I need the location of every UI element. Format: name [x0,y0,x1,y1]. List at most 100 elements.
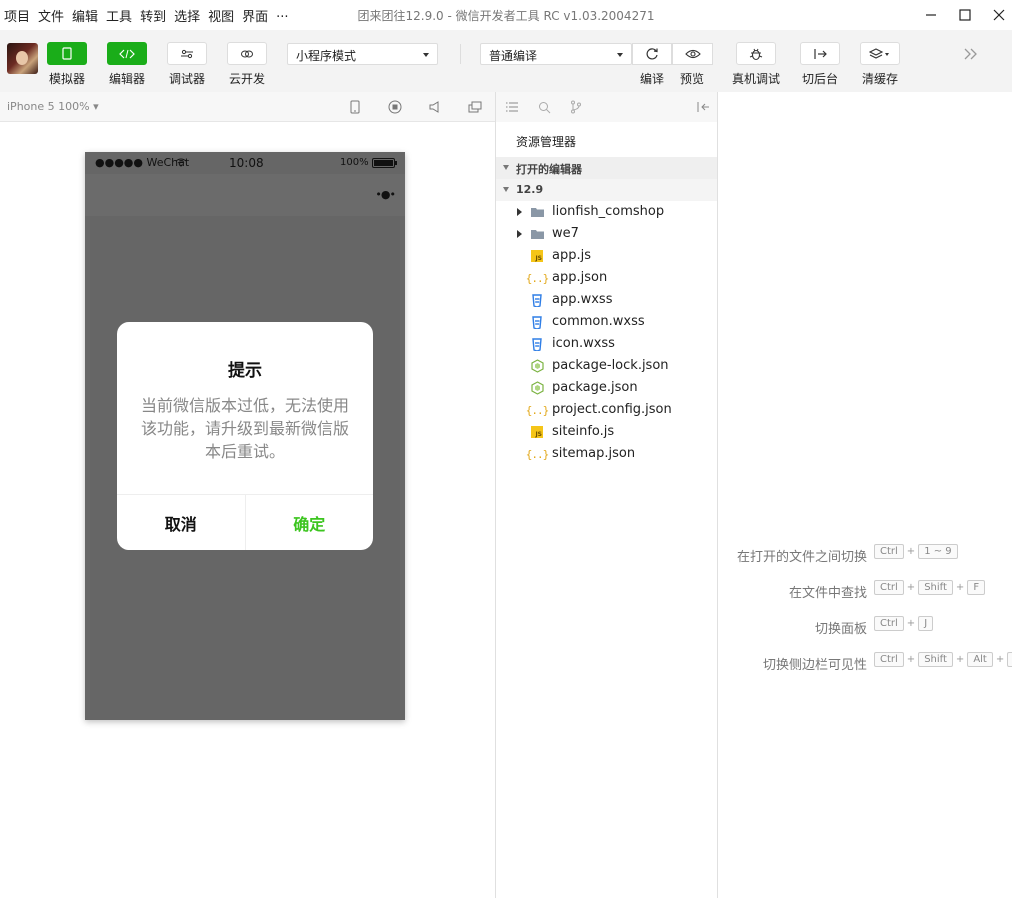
window-title: 团来团往12.9.0 - 微信开发者工具 RC v1.03.2004271 [357,9,655,23]
chevron-down-icon [423,53,429,57]
search-button[interactable] [536,99,552,115]
preview-button[interactable] [672,43,713,65]
file-item[interactable]: package.json [496,377,717,399]
shortcut-row: 切换面板 Ctrl + J [712,616,1012,637]
source-control-button[interactable] [568,99,584,115]
key-cap: 1 ~ 9 [918,544,958,559]
avatar[interactable] [7,43,38,74]
phone-icon [62,47,72,60]
folder-icon [530,230,544,239]
title-bar: 项目 文件 编辑 工具 转到 选择 视图 界面 ... 团来团往12.9.0 -… [0,0,1012,30]
files-view-button[interactable] [504,99,520,115]
switch-background-icon [814,48,827,59]
device-frame-button[interactable] [347,99,363,115]
shortcut-row: 切换侧边栏可见性Ctrl+Shift+Alt+B [712,652,1012,673]
explorer-title: 资源管理器 [516,135,577,149]
chevron-down-icon [617,53,623,57]
git-branch-icon [571,100,581,114]
status-battery: 100% [340,157,369,168]
json-file-icon: {..} [525,271,549,285]
detach-window-button[interactable] [467,99,483,115]
file-item[interactable]: {..} app.json [496,267,717,289]
plus-sign: + [995,654,1005,665]
editor-toggle-button[interactable] [107,42,147,65]
plus-sign: + [955,582,965,593]
file-item[interactable]: icon.wxss [496,333,717,355]
file-item[interactable]: JS siteinfo.js [496,421,717,443]
minimize-button[interactable] [914,0,948,30]
clear-cache-label: 清缓存 [861,72,898,86]
code-icon [119,49,135,58]
open-editors-label: 打开的编辑器 [516,163,582,176]
shortcut-label: 在打开的文件之间切换 [736,550,867,565]
maximize-icon [959,9,971,21]
toolbar-divider [460,44,461,64]
sliders-icon [181,49,193,58]
compile-button[interactable] [632,43,672,65]
file-name: siteinfo.js [552,424,615,439]
file-item[interactable]: {..} sitemap.json [496,443,717,465]
compile-select[interactable]: 普通编译 [480,43,632,65]
file-name: lionfish_comshop [552,204,665,219]
speaker-icon [429,101,439,113]
wxss-file-icon [532,337,542,351]
volume-button[interactable] [427,99,443,115]
file-item[interactable]: {..} project.config.json [496,399,717,421]
cloud-link-icon [241,50,253,57]
compile-select-value: 普通编译 [489,49,538,63]
file-name: package.json [552,380,638,395]
plus-sign: + [955,654,965,665]
key-cap: Shift [918,580,953,595]
device-select[interactable]: iPhone 5 100% ▾ [7,100,99,113]
capsule-menu[interactable]: •●• [375,188,396,201]
device-debug-label: 真机调试 [731,72,780,86]
file-item[interactable]: common.wxss [496,311,717,333]
shortcut-row: 在打开的文件之间切换 Ctrl +1 ~ 9 [712,544,1012,565]
maximize-button[interactable] [948,0,982,30]
dialog-message: 当前微信版本过低，无法使用该功能，请升级到最新微信版本后重试。 [141,396,350,461]
shortcut-label: 在文件中查找 [788,586,867,601]
close-button[interactable] [982,0,1012,30]
plus-sign: + [906,618,916,629]
confirm-button[interactable]: 确定 [246,495,374,550]
project-label: 12.9 [516,183,544,196]
shortcut-keys: Ctrl + Shift + F [874,580,986,595]
plus-sign: + [906,582,916,593]
wxss-file-icon [532,315,542,329]
file-name: app.js [552,248,591,263]
background-button[interactable] [800,42,840,65]
open-editors-section[interactable]: 打开的编辑器 [496,157,717,179]
file-item[interactable]: package-lock.json [496,355,717,377]
more-tools-button[interactable] [963,48,979,63]
dialog-title: 提示 [228,361,262,381]
refresh-icon [646,48,658,60]
folder-item[interactable]: lionfish_comshop [496,201,717,223]
project-section[interactable]: 12.9 [496,179,717,201]
chevron-right-icon [517,230,522,238]
bug-icon [749,48,763,60]
cancel-button[interactable]: 取消 [117,495,246,550]
file-name: sitemap.json [552,446,636,461]
preview-label: 预览 [679,72,704,86]
status-time: 10:08 [229,156,264,170]
chevron-down-icon [503,165,509,170]
collapse-panel-button[interactable] [695,99,711,115]
debugger-toggle-button[interactable] [167,42,207,65]
device-debug-button[interactable] [736,42,776,65]
file-item[interactable]: app.wxss [496,289,717,311]
cloud-dev-label: 云开发 [228,72,265,86]
key-cap: Shift [918,652,953,667]
file-name: app.wxss [552,292,613,307]
toolbar: 模拟器 编辑器 调试器 云开发 小程序模式 普通编译 编译 预览 真机调试 切后… [0,30,1012,92]
clear-cache-button[interactable] [860,42,900,65]
file-item[interactable]: JS app.js [496,245,717,267]
collapse-left-icon [697,102,709,112]
eye-icon [684,49,701,59]
mode-select[interactable]: 小程序模式 [287,43,438,65]
record-button[interactable] [387,99,403,115]
simulator-toggle-button[interactable] [47,42,87,65]
list-icon [506,102,518,112]
cloud-dev-button[interactable] [227,42,267,65]
panel-divider[interactable] [717,92,718,898]
folder-item[interactable]: we7 [496,223,717,245]
